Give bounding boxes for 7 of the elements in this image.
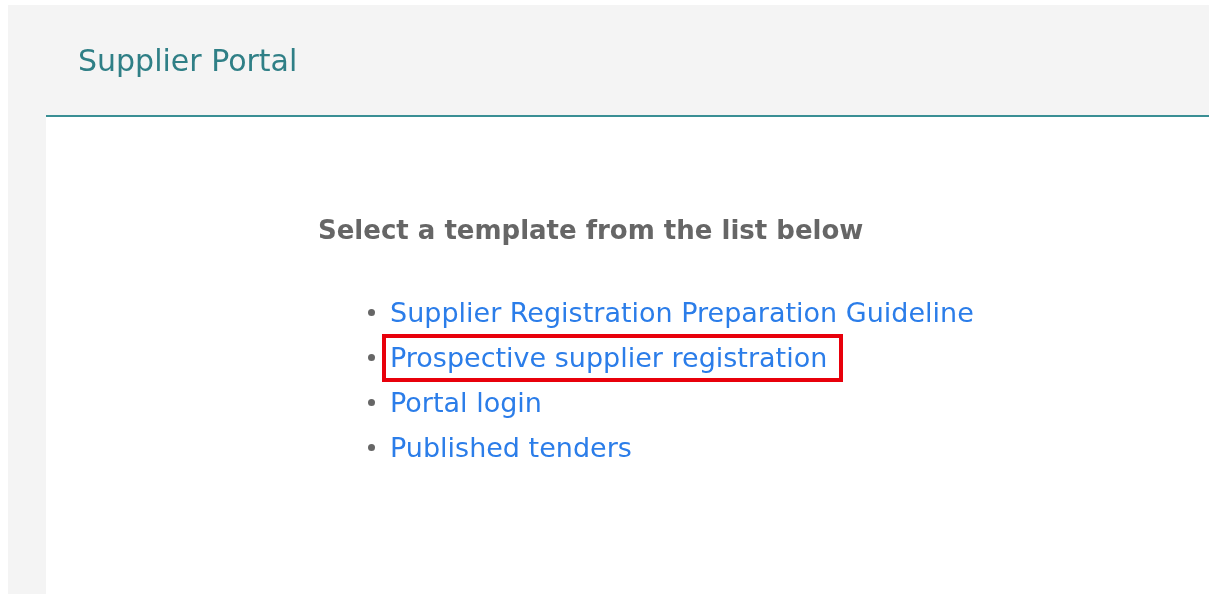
section-heading: Select a template from the list below	[318, 214, 864, 247]
page-title: Supplier Portal	[78, 41, 298, 80]
bullet-icon	[368, 444, 375, 451]
bullet-icon	[368, 399, 375, 406]
template-link[interactable]: Prospective supplier registration	[382, 333, 844, 382]
bullet-icon	[368, 354, 375, 361]
bullet-icon	[368, 309, 375, 316]
